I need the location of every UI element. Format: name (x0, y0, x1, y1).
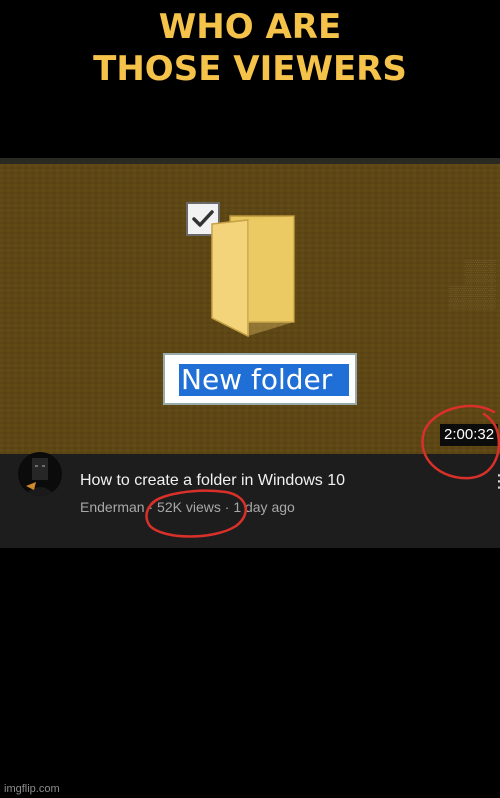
video-meta: Enderman · 52K views · 1 day ago (80, 497, 295, 517)
meta-separator-1: · (144, 499, 158, 515)
thumbnail-edge (0, 158, 500, 164)
rename-field[interactable]: New folder (163, 353, 357, 405)
view-count: 52K views (157, 499, 221, 515)
more-vert-icon[interactable]: ⋮ (490, 472, 500, 490)
video-duration-badge: 2:00:32 (440, 424, 499, 446)
meme-caption: WHO ARE THOSE VIEWERS (0, 6, 500, 90)
imgflip-watermark: imgflip.com (4, 783, 60, 795)
blurred-background-text: ▒▒ ▒▒▒ (449, 258, 496, 309)
video-title[interactable]: How to create a folder in Windows 10 (80, 470, 345, 492)
caption-line-2: THOSE VIEWERS (93, 49, 407, 89)
folder-icon (211, 215, 295, 338)
video-card-screenshot: ▒▒ ▒▒▒ New folder 2:00:32 How to create a… (0, 158, 500, 548)
rename-text-selected: New folder (179, 364, 349, 396)
caption-line-1: WHO ARE (158, 7, 342, 47)
upload-age: 1 day ago (233, 499, 295, 515)
video-thumbnail[interactable]: ▒▒ ▒▒▒ New folder 2:00:32 (0, 158, 500, 454)
channel-name[interactable]: Enderman (80, 499, 145, 515)
avatar[interactable] (18, 452, 62, 496)
meta-separator-2: · (220, 499, 234, 515)
